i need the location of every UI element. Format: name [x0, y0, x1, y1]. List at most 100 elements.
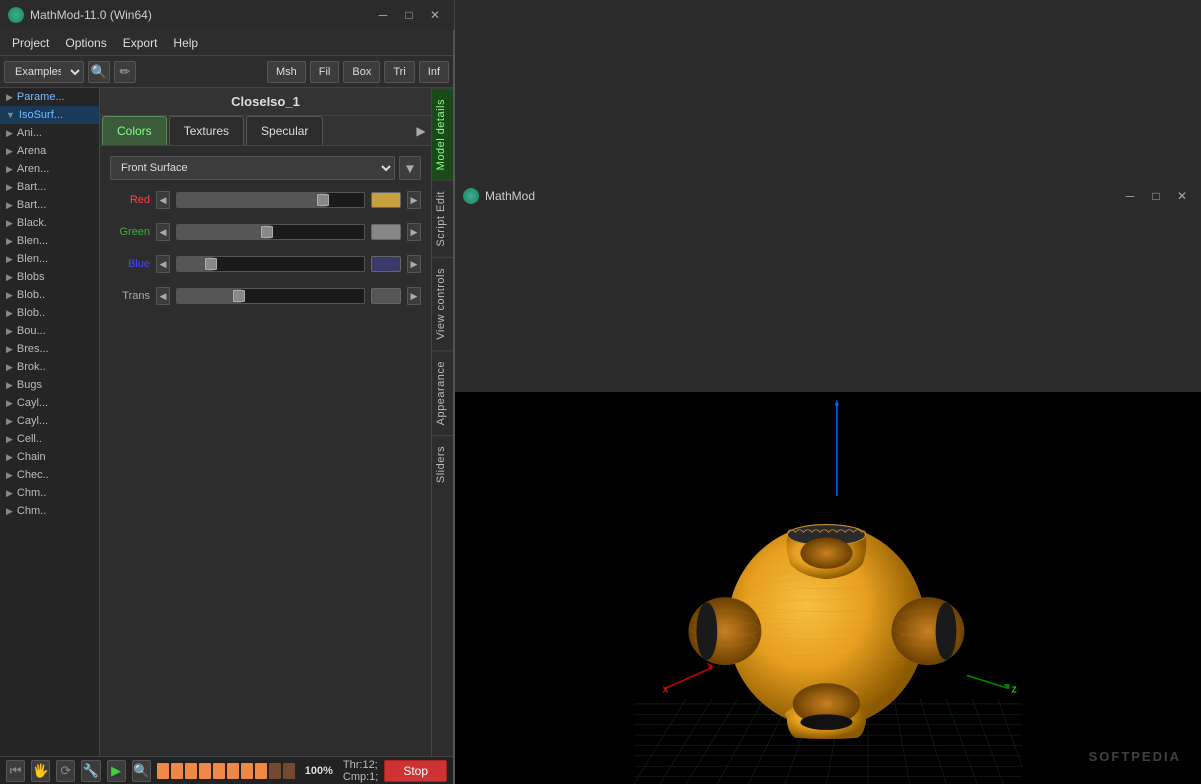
list-item-bres[interactable]: ▶Bres...	[0, 340, 99, 358]
red-color-swatch	[371, 192, 401, 208]
menubar: Project Options Export Help	[0, 30, 453, 56]
tab-textures[interactable]: Textures	[169, 116, 244, 145]
green-slider-right[interactable]: ▶	[407, 223, 421, 241]
wrench-btn[interactable]: 🔧	[81, 760, 100, 782]
green-color-swatch	[371, 224, 401, 240]
list-item-chm1[interactable]: ▶Chm..	[0, 484, 99, 502]
minimize-btn-right[interactable]: ─	[1119, 187, 1141, 205]
list-item-chec[interactable]: ▶Chec..	[0, 466, 99, 484]
prog-seg-3	[185, 763, 197, 779]
list-item-parame[interactable]: ▶Parame...	[0, 88, 99, 106]
surface-dropdown-arrow[interactable]: ▼	[399, 156, 421, 180]
list-item-arena2[interactable]: ▶Aren...	[0, 160, 99, 178]
fil-btn[interactable]: Fil	[310, 61, 340, 83]
label-red: Red	[110, 194, 150, 206]
play-btn[interactable]: ▶	[107, 760, 126, 782]
list-item-arena1[interactable]: ▶Arena	[0, 142, 99, 160]
panel-title: CloseIso_1	[231, 94, 300, 109]
vertical-tabs: Model details Script Edit View controls …	[431, 88, 453, 756]
list-item-bart1[interactable]: ▶Bart...	[0, 178, 99, 196]
close-btn-left[interactable]: ✕	[424, 6, 446, 24]
red-slider-left[interactable]: ◀	[156, 191, 170, 209]
menu-project[interactable]: Project	[4, 34, 57, 52]
green-slider-track[interactable]	[176, 224, 365, 240]
minimize-btn-left[interactable]: ─	[372, 6, 394, 24]
menu-help[interactable]: Help	[165, 34, 206, 52]
vtab-model-details[interactable]: Model details	[432, 88, 454, 180]
red-slider-fill	[177, 193, 327, 207]
prog-seg-10	[283, 763, 295, 779]
list-item-chain[interactable]: ▶Chain	[0, 448, 99, 466]
progress-text: 100%	[305, 765, 333, 777]
zoom-btn[interactable]: 🔍	[132, 760, 151, 782]
red-slider-track[interactable]	[176, 192, 365, 208]
list-item-bugs[interactable]: ▶Bugs	[0, 376, 99, 394]
list-item-cayl2[interactable]: ▶Cayl...	[0, 412, 99, 430]
trans-color-swatch	[371, 288, 401, 304]
msh-btn[interactable]: Msh	[267, 61, 306, 83]
list-item-ani[interactable]: ▶Ani...	[0, 124, 99, 142]
blue-slider-track[interactable]	[176, 256, 365, 272]
hand-btn[interactable]: 🖐	[31, 760, 50, 782]
trans-slider-left[interactable]: ◀	[156, 287, 170, 305]
list-item-cayl1[interactable]: ▶Cayl...	[0, 394, 99, 412]
list-item-blob1[interactable]: ▶Blob..	[0, 286, 99, 304]
prog-seg-9	[269, 763, 281, 779]
blue-slider-left[interactable]: ◀	[156, 255, 170, 273]
search-icon-btn[interactable]: 🔍	[88, 61, 110, 83]
trans-slider-track[interactable]	[176, 288, 365, 304]
list-item-cell[interactable]: ▶Cell..	[0, 430, 99, 448]
x-axis-label: X	[663, 684, 669, 694]
color-row-trans: Trans ◀ ▶	[110, 284, 421, 308]
box-btn[interactable]: Box	[343, 61, 380, 83]
panel-content: CloseIso_1 Colors Textures Specular ▶	[100, 88, 431, 756]
play-prev-btn[interactable]: ⏮	[6, 760, 25, 782]
list-item-brok[interactable]: ▶Brok..	[0, 358, 99, 376]
label-trans: Trans	[110, 290, 150, 302]
edit-icon-btn[interactable]: ✏	[114, 61, 136, 83]
right-win-controls: ─ □ ✕	[1119, 187, 1193, 205]
vtab-script-edit[interactable]: Script Edit	[432, 180, 454, 257]
green-slider-thumb[interactable]	[261, 226, 273, 238]
list-item-blob2[interactable]: ▶Blob..	[0, 304, 99, 322]
progress-bar	[157, 763, 295, 779]
toolbar: Examples (3 🔍 ✏ Msh Fil Box Tri Inf	[0, 56, 453, 88]
color-row-green: Green ◀ ▶	[110, 220, 421, 244]
red-slider-right[interactable]: ▶	[407, 191, 421, 209]
menu-options[interactable]: Options	[57, 34, 114, 52]
green-slider-left[interactable]: ◀	[156, 223, 170, 241]
vtab-appearance[interactable]: Appearance	[432, 350, 454, 435]
restore-btn-right[interactable]: □	[1145, 187, 1167, 205]
list-item-isosurf[interactable]: ▼IsoSurf...	[0, 106, 99, 124]
rotate-btn[interactable]: ⟳	[56, 760, 75, 782]
list-item-blen1[interactable]: ▶Blen...	[0, 232, 99, 250]
examples-dropdown[interactable]: Examples (3	[4, 61, 84, 83]
vtab-view-controls[interactable]: View controls	[432, 257, 454, 350]
trans-slider-right[interactable]: ▶	[407, 287, 421, 305]
prog-seg-7	[241, 763, 253, 779]
tab-scroll-right[interactable]: ▶	[413, 116, 429, 145]
close-btn-right[interactable]: ✕	[1171, 187, 1193, 205]
menu-export[interactable]: Export	[115, 34, 166, 52]
inf-btn[interactable]: Inf	[419, 61, 449, 83]
viewport[interactable]: X Z SOFTPEDIA	[455, 392, 1201, 784]
red-slider-thumb[interactable]	[317, 194, 329, 206]
list-item-blobs[interactable]: ▶Blobs	[0, 268, 99, 286]
restore-btn-left[interactable]: □	[398, 6, 420, 24]
status-text: Thr:12; Cmp:1;	[343, 759, 378, 783]
blue-slider-right[interactable]: ▶	[407, 255, 421, 273]
tri-btn[interactable]: Tri	[384, 61, 414, 83]
stop-btn[interactable]: Stop	[384, 760, 447, 782]
list-item-chm2[interactable]: ▶Chm..	[0, 502, 99, 520]
list-item-blen2[interactable]: ▶Blen...	[0, 250, 99, 268]
tab-colors[interactable]: Colors	[102, 116, 167, 145]
tab-specular[interactable]: Specular	[246, 116, 323, 145]
list-item-bou[interactable]: ▶Bou...	[0, 322, 99, 340]
list-item-black[interactable]: ▶Black.	[0, 214, 99, 232]
trans-slider-thumb[interactable]	[233, 290, 245, 302]
surface-dropdown[interactable]: Front Surface	[110, 156, 395, 180]
blue-slider-thumb[interactable]	[205, 258, 217, 270]
list-item-bart2[interactable]: ▶Bart...	[0, 196, 99, 214]
vtab-sliders[interactable]: Sliders	[432, 435, 454, 493]
color-row-blue: Blue ◀ ▶	[110, 252, 421, 276]
